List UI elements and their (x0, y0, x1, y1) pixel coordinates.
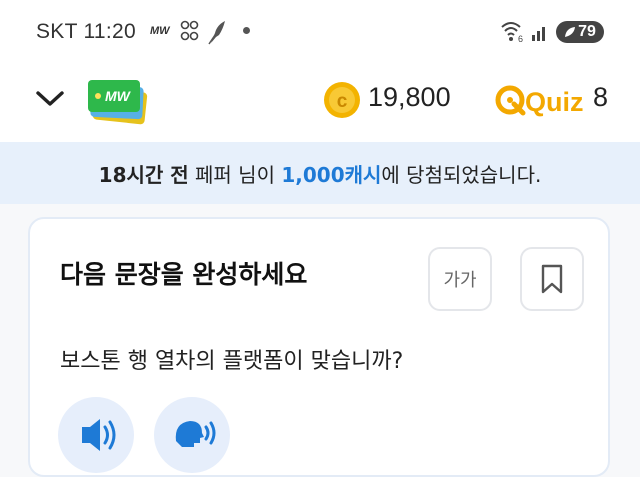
status-time: SKT 11:20 (36, 20, 136, 43)
speak-icon (175, 421, 216, 447)
font-size-button[interactable]: 가가 (428, 247, 492, 311)
banner-time-ago: 18시간 전 (98, 162, 189, 187)
feather-notification-icon (208, 21, 225, 45)
wifi-icon: 6 (501, 22, 545, 44)
quiz-instruction-title: 다음 문장을 완성하세요 (60, 260, 308, 289)
top-header: MW c 19,800 Quiz 8 (0, 64, 640, 142)
system-icons: 6 (500, 18, 550, 48)
winner-banner: 18시간 전 페퍼 님이 1,000캐시 에 당첨되었습니다. (0, 142, 640, 204)
bookmark-icon (541, 264, 563, 294)
svg-text:6: 6 (518, 34, 523, 44)
play-audio-button[interactable] (58, 397, 134, 473)
banner-user-text: 페퍼 님이 (188, 162, 282, 187)
quiz-count: 8 (593, 82, 609, 112)
svg-text:c: c (337, 91, 348, 112)
more-notifications-dot (243, 27, 250, 34)
banner-prize: 1,000캐시 (281, 162, 382, 187)
quiz-logo-text: Quiz (525, 87, 584, 117)
speaker-icon (82, 419, 116, 451)
app-notification-icon (180, 20, 199, 41)
battery-indicator: 79 (556, 21, 604, 43)
bookmark-button[interactable] (520, 247, 584, 311)
banner-suffix: 에 당첨되었습니다. (381, 162, 542, 187)
font-size-label: 가가 (443, 270, 477, 291)
svg-text:MW: MW (105, 88, 132, 104)
quiz-logo-icon[interactable]: Quiz (494, 80, 586, 120)
quiz-question: 보스톤 행 열차의 플랫폼이 맞습니까? (60, 349, 404, 374)
battery-leaf-icon (565, 27, 576, 37)
quiz-card: 다음 문장을 완성하세요 가가 보스톤 행 열차의 플랫폼이 맞습니까? (28, 217, 610, 477)
coin-icon: c (324, 82, 360, 118)
status-bar: SKT 11:20 MW 6 79 (0, 0, 640, 64)
speak-button[interactable] (154, 397, 230, 473)
battery-level: 79 (578, 23, 596, 40)
cash-balance: 19,800 (368, 82, 451, 112)
mw-logo-icon[interactable]: MW (86, 76, 150, 126)
chevron-down-icon[interactable] (34, 87, 66, 109)
mw-notification-icon: MW (150, 25, 170, 37)
